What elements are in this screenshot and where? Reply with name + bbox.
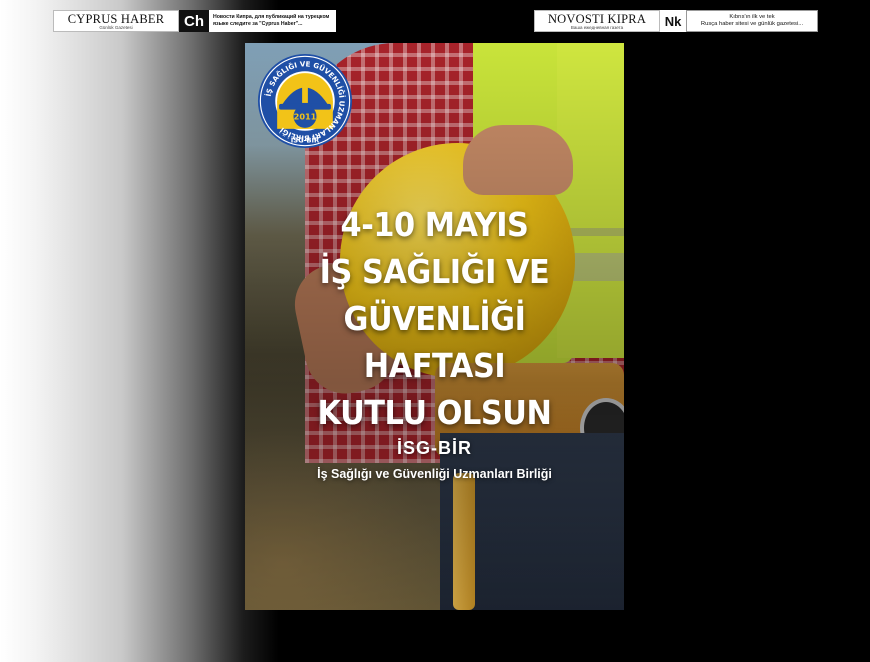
novosti-kipra-description: Kıbrıs'ın ilk ve tek Rusça haber sitesi …	[686, 10, 818, 32]
organization-full-name: İş Sağlığı ve Güvenliği Uzmanları Birliğ…	[317, 467, 552, 481]
nk-logo-icon: Nk	[660, 10, 686, 32]
poster-headline: 4-10 MAYIS İŞ SAĞLIĞI VE GÜVENLİĞİ HAFTA…	[245, 201, 624, 436]
cyprus-haber-banner[interactable]: CYPRUS HABER Günlük Gazetesi Ch Новости …	[53, 10, 336, 32]
headline-line-1: 4-10 MAYIS	[340, 205, 529, 244]
novosti-kipra-banner[interactable]: NOVOSTI KIPRA Ваша ежедневная газета Nk …	[534, 10, 818, 32]
cyprus-haber-subtitle: Günlük Gazetesi	[99, 24, 133, 30]
safety-week-poster[interactable]: 2011 İŞ SAĞLIĞI VE GÜVENLİĞİ UZMANLARI B…	[245, 43, 624, 610]
novosti-kipra-brand: NOVOSTI KIPRA Ваша ежедневная газета	[534, 10, 660, 32]
cyprus-haber-brand: CYPRUS HABER Günlük Gazetesi	[53, 10, 179, 32]
ch-logo-icon: Ch	[179, 10, 209, 32]
headline-line-4: HAFTASI	[363, 346, 506, 385]
isg-bir-seal-logo: 2011 İŞ SAĞLIĞI VE GÜVENLİĞİ UZMANLARI B…	[257, 53, 353, 149]
novosti-kipra-name: NOVOSTI KIPRA	[547, 11, 647, 26]
headline-line-3: GÜVENLİĞİ	[343, 299, 526, 338]
seal-year: 2011	[294, 112, 317, 122]
organization-short-name: İSG-BİR	[396, 438, 472, 458]
headline-line-2: İŞ SAĞLIĞI VE	[319, 252, 550, 291]
seal-bottom-text: İSG-BİR	[291, 135, 320, 144]
cyprus-haber-name: CYPRUS HABER	[67, 11, 165, 26]
cyprus-haber-description: Новости Кипра, для публикаций на турецко…	[213, 14, 330, 27]
novosti-kipra-description-line2: Rusça haber sitesi ve günlük gazetesi...	[700, 21, 804, 27]
novosti-kipra-description-line1: Kıbrıs'ın ilk ve tek	[729, 14, 775, 20]
novosti-kipra-subtitle: Ваша ежедневная газета	[570, 24, 624, 30]
headline-line-5: KUTLU OLSUN	[317, 393, 552, 432]
